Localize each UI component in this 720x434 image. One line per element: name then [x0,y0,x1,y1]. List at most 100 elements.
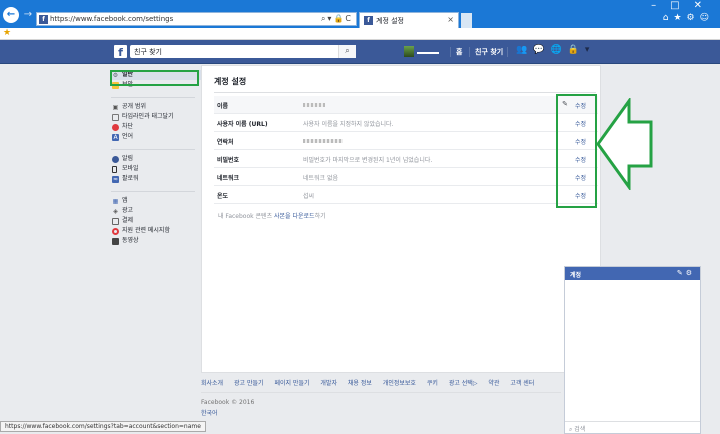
chat-search-input[interactable]: ⌕ 검색 [565,421,700,433]
facebook-favicon-icon: f [39,15,48,24]
payments-icon [112,218,119,225]
row-value-redacted [303,101,325,108]
avatar [404,46,414,57]
timeline-icon [112,114,119,121]
page-footer: 회사소개 광고 만들기 페이지 만들기 개발자 채용 정보 개인정보보호 쿠키 … [201,378,561,417]
footer-link[interactable]: 개발자 [320,380,337,387]
page-title: 계정 설정 [214,77,247,86]
rss-icon: ≈ [112,176,119,183]
highlight-box-edit-links [556,94,597,208]
sidebar-item-label: 결제 [122,217,134,224]
sidebar-item-payments[interactable]: 결제 [111,216,201,226]
chat-header[interactable]: 계정 ✎⚙ [565,267,700,280]
new-tab-button[interactable] [461,13,472,28]
address-url[interactable]: https://www.facebook.com/settings [50,15,173,23]
sidebar-item-mobile[interactable]: 모바일 [111,164,201,174]
chat-panel: 계정 ✎⚙ ⌕ 검색 [564,266,701,434]
footer-link[interactable]: 회사소개 [201,380,223,387]
address-bar[interactable]: f https://www.facebook.com/settings ⌕▾🔒C [36,12,357,26]
footer-link[interactable]: 약관 [488,380,499,387]
sidebar-item-blocking[interactable]: 차단 [111,122,201,132]
settings-row-username[interactable]: 사용자 이름 (URL) 사용자 이름을 지정하지 않았습니다. 수정 [214,114,598,132]
settings-row-password[interactable]: 비밀번호 비밀번호가 마지막으로 변경된지 1년이 넘었습니다. 수정 [214,150,598,168]
row-label: 이름 [217,103,229,110]
sidebar-item-label: 공개 범위 [122,103,146,110]
sidebar-item-label: 앱 [122,197,128,204]
sidebar-item-videos[interactable]: 동영상 [111,236,201,246]
download-suffix: 하기 [314,213,326,220]
mobile-icon [112,166,117,173]
footer-link[interactable]: 광고 선택▷ [449,380,478,387]
browser-titlebar: ← → f https://www.facebook.com/settings … [0,0,720,28]
status-bar-url: https://www.facebook.com/settings?tab=ac… [0,421,206,432]
notifications-icon[interactable]: 🌐 [550,45,567,55]
messages-icon[interactable]: 💬 [533,45,550,55]
sidebar-item-label: 동영상 [122,237,139,244]
sidebar-item-notifications[interactable]: 알림 [111,154,201,164]
sidebar-item-privacy[interactable]: ▣ 공개 범위 [111,102,201,112]
facebook-logo-icon[interactable]: f [114,45,127,59]
row-value: 비밀번호가 마지막으로 변경된지 1년이 넘었습니다. [303,157,433,164]
chat-options-icon[interactable]: ✎⚙ [677,269,695,277]
footer-link[interactable]: 채용 정보 [348,380,372,387]
header-icons[interactable]: 👥💬🌐🔒▾ [516,45,595,55]
row-value: 네트워크 없음 [303,175,339,182]
footer-divider [201,392,561,393]
video-icon [112,238,119,245]
settings-row-networks[interactable]: 네트워크 네트워크 없음 수정 [214,168,598,186]
tab-close-icon[interactable]: × [447,15,454,24]
account-menu-icon[interactable]: ▾ [585,45,596,55]
sidebar-item-apps[interactable]: ▦ 앱 [111,196,201,206]
row-label: 온도 [217,193,229,200]
row-value: 사용자 이름을 지정하지 않았습니다. [303,121,394,128]
sidebar-item-followers[interactable]: ≈ 팔로워 [111,174,201,184]
row-label: 네트워크 [217,175,240,182]
sidebar-item-timeline[interactable]: 타임라인과 태그달기 [111,112,201,122]
tab-favicon-icon: f [364,16,373,25]
search-input[interactable]: 친구 찾기 ⌕ [130,45,356,58]
download-copy-text: 내 Facebook 콘텐츠 사본을 다운로드하기 [218,211,326,220]
sidebar-item-label: 알림 [122,155,134,162]
search-icon[interactable]: ⌕ [338,45,356,58]
toolbar-icons[interactable]: ⌂★⚙☺ [663,13,714,23]
download-prefix: 내 Facebook 콘텐츠 [218,213,274,220]
back-arrow-icon[interactable]: ← [3,7,19,23]
home-link[interactable]: 홈 [456,47,462,57]
chat-search-placeholder: 검색 [574,426,586,433]
language-icon: A [112,134,119,141]
settings-list: 이름 ✎ 수정 사용자 이름 (URL) 사용자 이름을 지정하지 않았습니다.… [214,96,598,204]
header-divider [469,47,470,57]
sidebar-item-ads[interactable]: ◈ 광고 [111,206,201,216]
find-friends-link[interactable]: 친구 찾기 [475,47,503,57]
ads-icon: ◈ [113,208,118,215]
support-icon [112,228,119,235]
sidebar-item-label: 차단 [122,123,134,130]
friend-requests-icon[interactable]: 👥 [516,45,533,55]
globe-icon [112,156,119,163]
address-controls-icon[interactable]: ⌕▾🔒C [321,14,353,24]
settings-row-name[interactable]: 이름 ✎ 수정 [214,96,598,114]
sidebar-item-support-inbox[interactable]: 지원 관련 메시지함 [111,226,201,236]
window-controls-icon[interactable]: –□✕ [651,0,716,11]
download-copy-link[interactable]: 사본을 다운로드 [274,213,315,220]
profile-link[interactable] [404,46,439,58]
language-link[interactable]: 한국어 [201,408,561,417]
tab-account-settings[interactable]: f 계정 설정 × [359,12,459,28]
tab-title: 계정 설정 [376,17,404,25]
settings-row-contact[interactable]: 연락처 수정 [214,132,598,150]
account-settings-panel: 계정 설정 이름 ✎ 수정 사용자 이름 (URL) 사용자 이름을 지정하지 … [201,65,601,373]
footer-link[interactable]: 쿠키 [427,380,438,387]
settings-row-temperature[interactable]: 온도 섭씨 수정 [214,186,598,204]
privacy-shortcuts-icon[interactable]: 🔒 [568,45,585,55]
profile-name-redacted [417,50,439,54]
footer-link[interactable]: 광고 만들기 [234,380,264,387]
footer-link[interactable]: 페이지 만들기 [274,380,309,387]
forward-arrow-icon[interactable]: → [20,7,36,23]
pointer-arrow-icon [596,98,653,190]
favorites-star-icon[interactable]: ★ [3,28,11,38]
footer-link[interactable]: 개인정보보호 [383,380,416,387]
footer-link[interactable]: 고객 센터 [510,380,534,387]
sidebar-item-language[interactable]: A 언어 [111,132,201,142]
highlight-box-general [110,70,199,86]
header-divider [450,47,451,57]
